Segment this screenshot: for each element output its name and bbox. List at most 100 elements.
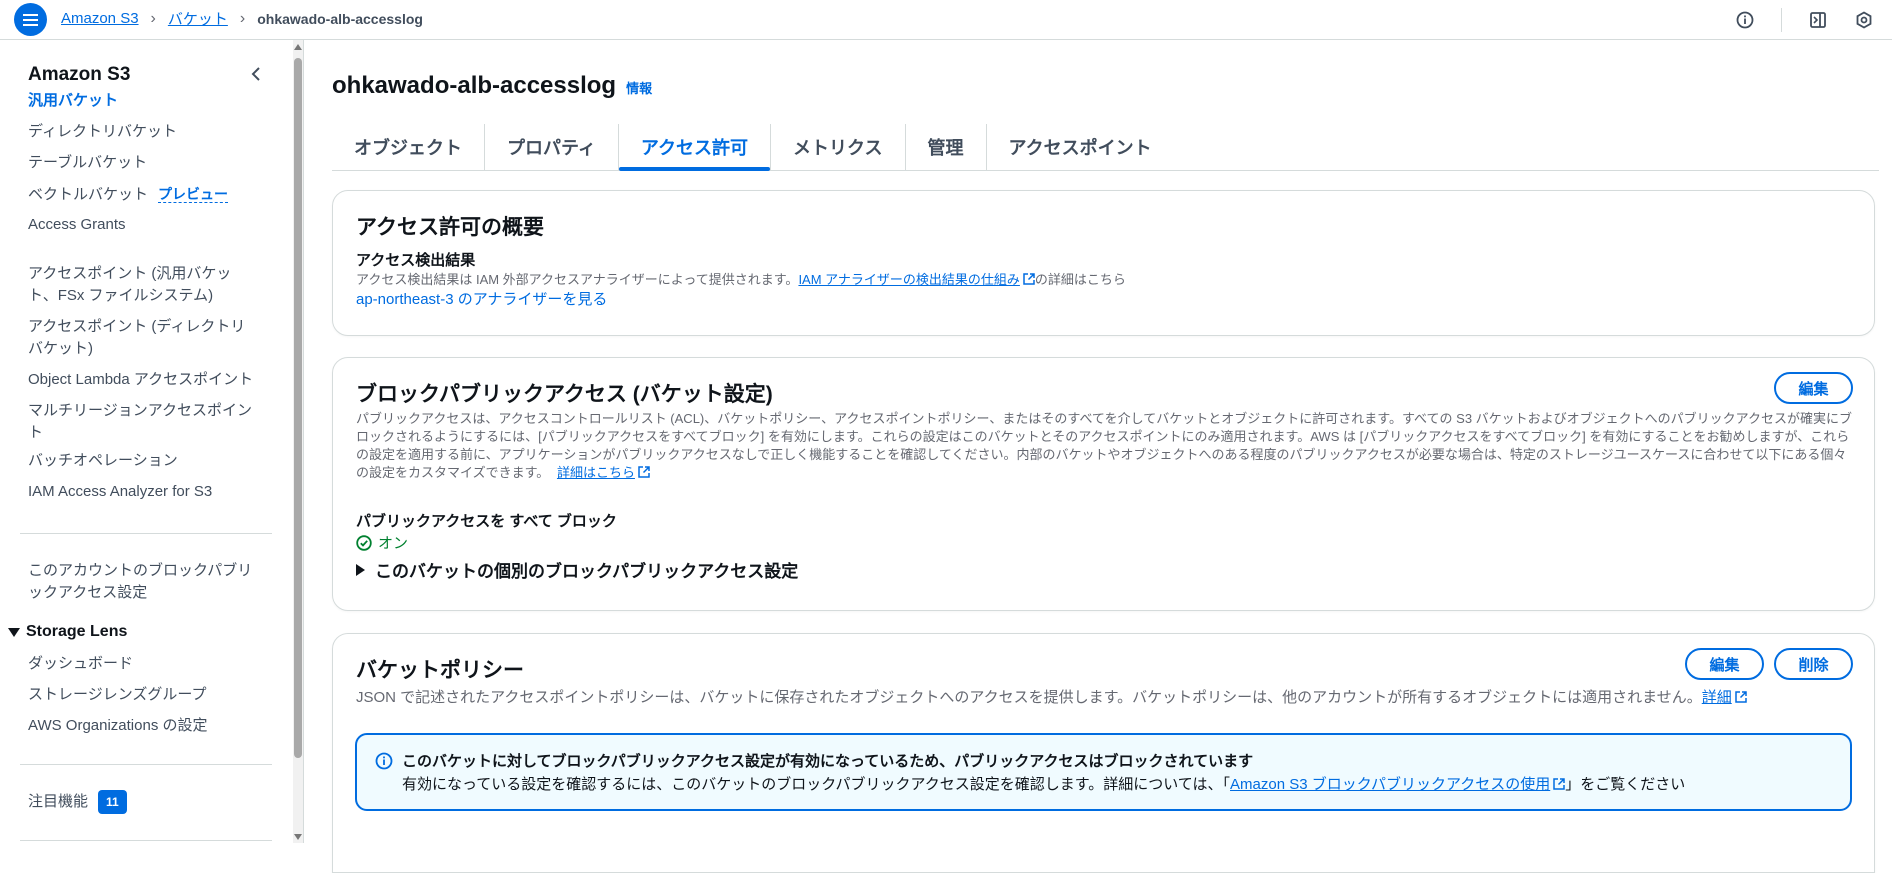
sidebar-item-storage-lens-groups[interactable]: ストレージレンズグループ	[28, 684, 268, 706]
menu-button[interactable]	[14, 3, 47, 36]
policy-edit-button[interactable]: 編集	[1685, 648, 1764, 680]
scroll-thumb[interactable]	[294, 58, 302, 758]
preview-badge[interactable]: プレビュー	[158, 186, 229, 203]
sidebar-item-general-buckets[interactable]: 汎用バケット	[28, 90, 268, 112]
external-link-icon	[638, 466, 650, 478]
status-text: オン	[378, 535, 409, 552]
storage-lens-section[interactable]: Storage Lens	[8, 623, 127, 641]
breadcrumb-current: ohkawado-alb-accesslog	[257, 10, 423, 27]
bpa-description: パブリックアクセスは、アクセスコントロールリスト (ACL)、バケットポリシー、…	[356, 410, 1856, 482]
expander-label: このバケットの個別のブロックパブリックアクセス設定	[375, 562, 799, 581]
card-title: アクセス許可の概要	[356, 216, 544, 239]
card-title: バケットポリシー	[356, 659, 524, 682]
external-link-icon	[1023, 273, 1035, 285]
caret-down-icon	[8, 627, 20, 637]
bucket-name: ohkawado-alb-accesslog	[332, 72, 617, 99]
policy-description: JSON で記述されたアクセスポイントポリシーは、バケットに保存されたオブジェク…	[356, 689, 1747, 707]
hamburger-icon	[23, 18, 38, 21]
sidebar-title: Amazon S3	[28, 64, 131, 85]
findings-suffix: の詳細はこちら	[1034, 272, 1126, 287]
sidebar-item-iam-access-analyzer[interactable]: IAM Access Analyzer for S3	[28, 481, 268, 503]
permissions-overview-card: アクセス許可の概要 アクセス検出結果 アクセス検出結果は IAM 外部アクセスア…	[332, 190, 1875, 336]
sidebar-item-featured[interactable]: 注目機能 11	[28, 790, 268, 814]
tab-metrics[interactable]: メトリクス	[771, 124, 906, 170]
info-icon	[375, 752, 393, 770]
sidebar-item-label: ベクトルバケット	[28, 186, 149, 203]
scroll-up-icon[interactable]	[294, 44, 302, 50]
divider	[20, 533, 272, 534]
tab-management[interactable]: 管理	[906, 124, 987, 170]
divider	[20, 840, 272, 841]
tab-properties[interactable]: プロパティ	[485, 124, 619, 170]
top-utilities	[1735, 8, 1874, 32]
sidebar-item-directory-buckets[interactable]: ディレクトリバケット	[28, 121, 268, 143]
block-all-label: パブリックアクセスを すべて ブロック	[356, 513, 617, 530]
sidebar-item-batch-operations[interactable]: バッチオペレーション	[28, 450, 268, 472]
settings-icon[interactable]	[1854, 10, 1874, 30]
caret-right-icon	[356, 563, 365, 576]
analyzer-link[interactable]: ap-northeast-3 のアナライザーを見る	[356, 291, 607, 309]
block-public-access-card: ブロックパブリックアクセス (バケット設定) 編集 パブリックアクセスは、アクセ…	[332, 357, 1875, 611]
collapse-sidebar-icon[interactable]	[248, 65, 264, 83]
count-badge: 11	[98, 790, 127, 814]
policy-detail-link[interactable]: 詳細	[1702, 689, 1747, 706]
main-content: ohkawado-alb-accesslog 情報 オブジェクト プロパティ ア…	[305, 40, 1892, 873]
divider	[20, 764, 272, 765]
external-link-icon	[1735, 691, 1747, 703]
bucket-policy-card: バケットポリシー 編集 削除 JSON で記述されたアクセスポイントポリシーは、…	[332, 633, 1875, 873]
policy-delete-button[interactable]: 削除	[1774, 648, 1853, 680]
sidebar-item-table-buckets[interactable]: テーブルバケット	[28, 152, 268, 174]
sidebar-item-organizations-settings[interactable]: AWS Organizations の設定	[28, 715, 268, 737]
info-alert: このバケットに対してブロックパブリックアクセス設定が有効になっているため、パブリ…	[355, 733, 1852, 811]
info-icon[interactable]	[1735, 10, 1755, 30]
sidebar: Amazon S3 汎用バケット ディレクトリバケット テーブルバケット ベクト…	[0, 40, 304, 843]
sidebar-item-dashboard[interactable]: ダッシュボード	[28, 653, 268, 675]
sidebar-item-account-bpa[interactable]: このアカウントのブロックパブリックアクセス設定	[28, 560, 260, 604]
sidebar-scrollbar[interactable]	[293, 40, 303, 843]
tab-bar: オブジェクト プロパティ アクセス許可 メトリクス 管理 アクセスポイント	[332, 124, 1879, 171]
breadcrumb: Amazon S3 › バケット › ohkawado-alb-accesslo…	[61, 8, 423, 29]
chevron-right-icon: ›	[239, 9, 246, 27]
scroll-down-icon[interactable]	[294, 834, 302, 840]
alert-body: 有効になっている設定を確認するには、このバケットのブロックパブリックアクセス設定…	[402, 773, 1685, 794]
link-text: Amazon S3 ブロックパブリックアクセスの使用	[1230, 776, 1551, 793]
card-title: ブロックパブリックアクセス (バケット設定)	[356, 383, 773, 406]
findings-text: アクセス検出結果は IAM 外部アクセスアナライザーによって提供されます。	[356, 272, 799, 287]
info-link[interactable]: 情報	[626, 78, 652, 97]
findings-label: アクセス検出結果	[356, 252, 476, 269]
iam-analyzer-link[interactable]: IAM アナライザーの検出結果の仕組み	[798, 272, 1035, 287]
sidebar-item-access-points-directory[interactable]: アクセスポイント (ディレクトリバケット)	[28, 316, 258, 360]
findings-description: アクセス検出結果は IAM 外部アクセスアナライザーによって提供されます。IAM…	[356, 271, 1126, 289]
alert-title: このバケットに対してブロックパブリックアクセス設定が有効になっているため、パブリ…	[402, 753, 1254, 770]
link-text: 詳細	[1701, 689, 1732, 706]
sidebar-item-multi-region[interactable]: マルチリージョンアクセスポイント	[28, 400, 260, 444]
policy-desc-text: JSON で記述されたアクセスポイントポリシーは、バケットに保存されたオブジェク…	[356, 689, 1702, 706]
tab-permissions[interactable]: アクセス許可	[618, 124, 772, 171]
sidebar-item-access-points-general[interactable]: アクセスポイント (汎用バケット、FSx ファイルシステム)	[28, 263, 248, 307]
page-title: ohkawado-alb-accesslog 情報	[332, 72, 652, 100]
learn-more-link[interactable]: 詳細はこちら	[557, 465, 650, 480]
panel-icon[interactable]	[1808, 10, 1828, 30]
breadcrumb-buckets[interactable]: バケット	[168, 8, 228, 29]
sidebar-item-object-lambda[interactable]: Object Lambda アクセスポイント	[28, 369, 268, 391]
status-indicator: オン	[356, 532, 408, 553]
sidebar-item-access-grants[interactable]: Access Grants	[28, 214, 268, 236]
check-circle-icon	[356, 534, 372, 551]
individual-bpa-expander[interactable]: このバケットの個別のブロックパブリックアクセス設定	[356, 557, 798, 582]
chevron-right-icon: ›	[150, 9, 156, 27]
bpa-docs-link[interactable]: Amazon S3 ブロックパブリックアクセスの使用	[1230, 776, 1565, 793]
alert-body-suffix: 」をご覧ください	[1565, 776, 1686, 793]
featured-label: 注目機能	[28, 793, 89, 810]
breadcrumb-s3[interactable]: Amazon S3	[61, 10, 139, 27]
external-link-icon	[1553, 778, 1565, 790]
tab-access-points[interactable]: アクセスポイント	[987, 124, 1174, 170]
top-bar: Amazon S3 › バケット › ohkawado-alb-accesslo…	[0, 0, 1892, 40]
section-title: Storage Lens	[26, 623, 128, 640]
divider	[1781, 8, 1782, 32]
tab-objects[interactable]: オブジェクト	[332, 124, 485, 170]
link-text: 詳細はこちら	[556, 465, 635, 480]
alert-body-prefix: 有効になっている設定を確認するには、このバケットのブロックパブリックアクセス設定…	[402, 776, 1231, 793]
bpa-edit-button[interactable]: 編集	[1774, 372, 1853, 404]
sidebar-item-vector-buckets[interactable]: ベクトルバケット プレビュー	[28, 183, 268, 206]
analyzer-link-text: ap-northeast-3 のアナライザーを見る	[356, 291, 608, 308]
